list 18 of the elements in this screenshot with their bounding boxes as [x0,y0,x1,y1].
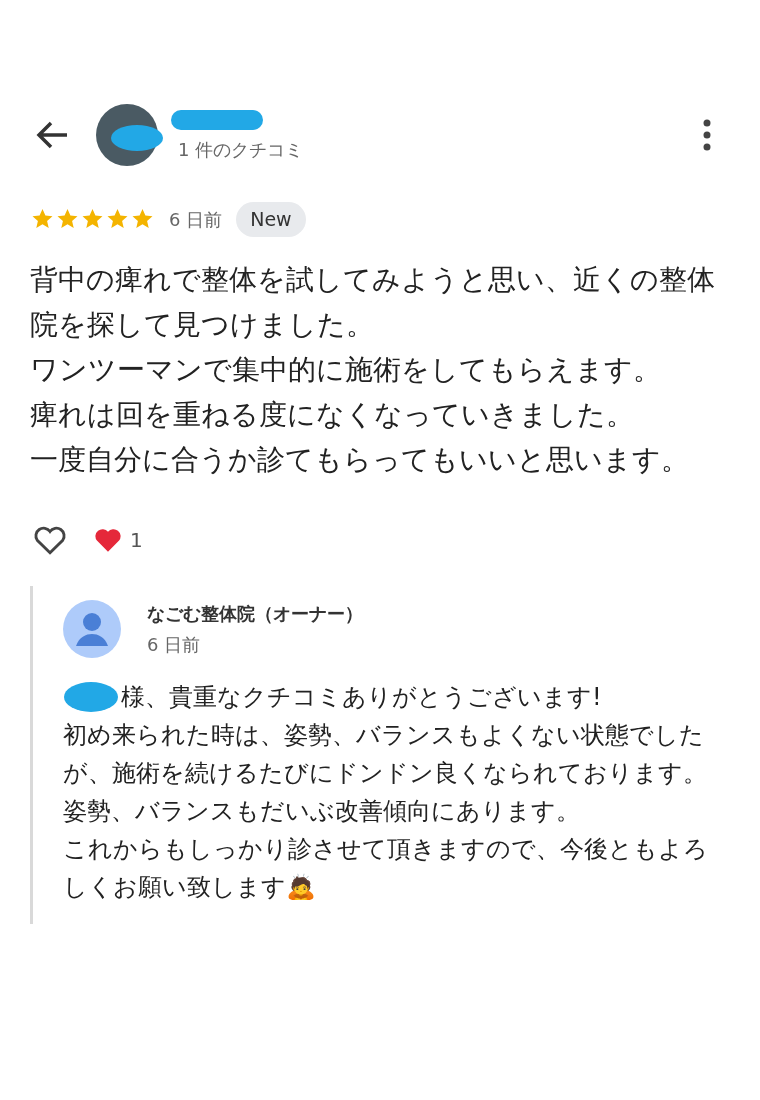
reply-text: 様、貴重なクチコミありがとうございます! [121,681,602,713]
heart-icon [94,526,122,553]
review-text: 一度自分に合うか診てもらってもいいと思います。 [30,441,690,478]
new-badge: New [236,202,306,237]
redaction-mark [110,124,164,152]
reply-time: 6 日前 [147,632,202,657]
review-text: 痺れは回を重ねる度になくなっていきました。 [30,396,635,433]
review-count: 1 件のクチコミ [178,137,304,162]
review-text: 背中の痺れで整体を試してみようと思い、近くの整体院を探して見つけました。 [30,261,716,343]
avatar-icon [63,599,121,658]
redaction-mark [63,679,119,714]
review-text: ワンツーマンで集中的に施術をしてもらえます。 [30,351,662,388]
reply-text: 初め来られた時は、姿勢、バランスもよくない状態でしたが、施術を続けるたびにドンドン良くなられております。 [63,719,708,789]
owner-name: なごむ整体院（オーナー） [147,601,363,626]
reply-text: これからもしっかり診させて頂きますので、今後ともよろしくお願い致します🙇 [63,833,709,903]
review-time: 6 日前 [169,207,223,232]
reply-text: 姿勢、バランスもだいぶ改善傾向にあります。 [63,795,581,827]
reaction-count: 1 [130,526,143,554]
